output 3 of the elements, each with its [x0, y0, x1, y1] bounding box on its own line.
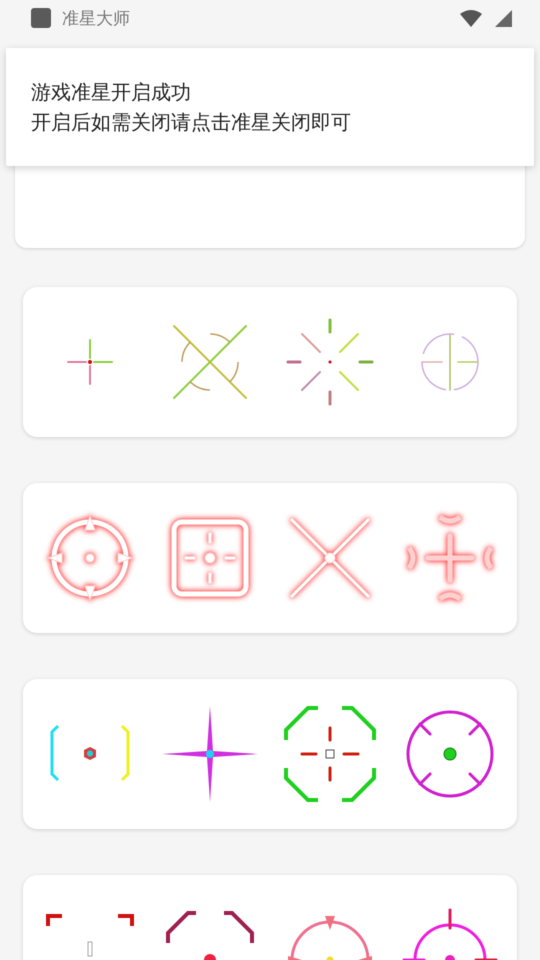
toast-text: 游戏准星开启成功	[31, 79, 192, 105]
app-name: 准星大师	[62, 8, 131, 30]
toast-text: 开启后如需关闭请点击准星关闭即可	[31, 109, 352, 135]
